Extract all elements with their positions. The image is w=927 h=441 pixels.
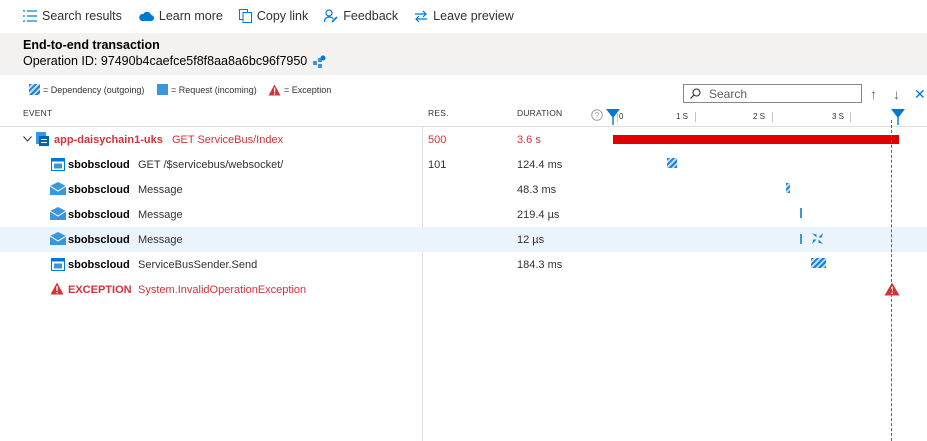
svg-text:?: ? <box>595 111 600 120</box>
toolbar: Search results Learn more Copy link Feed… <box>0 0 927 32</box>
operation-id: Operation ID: 97490b4caefce5f8f8aa8a6bc9… <box>23 54 308 68</box>
timeline-end-marker[interactable] <box>891 109 905 125</box>
legend-exception: = Exception <box>268 84 331 96</box>
list-icon <box>23 10 37 22</box>
close-icon[interactable]: ✕ <box>914 86 926 103</box>
leave-preview-button[interactable]: Leave preview <box>414 9 514 23</box>
duration-value: 184.3 ms <box>517 258 563 271</box>
table-row[interactable]: sbobscloud GET /$servicebus/websocket/ 1… <box>0 152 927 177</box>
column-res[interactable]: RES. <box>428 108 449 118</box>
duration-value: 12 µs <box>517 233 545 246</box>
legend-dependency-label: = Dependency (outgoing) <box>43 84 145 95</box>
legend-bar: = Dependency (outgoing) = Request (incom… <box>0 80 927 106</box>
tick-label-2s: 2 S <box>753 112 766 121</box>
envelope-icon <box>50 232 66 245</box>
event-detail: ServiceBusSender.Send <box>138 258 258 271</box>
duration-value: 48.3 ms <box>517 183 557 196</box>
request-bar[interactable] <box>613 135 899 144</box>
dependency-bar[interactable] <box>786 183 790 193</box>
tick-label-1s: 1 S <box>676 112 689 121</box>
arrow-up-icon[interactable]: ↑ <box>870 86 877 102</box>
tick-label-3s: 3 S <box>832 112 845 121</box>
warning-icon <box>50 282 64 295</box>
exception-time-line <box>891 120 892 441</box>
copy-link-button[interactable]: Copy link <box>238 9 309 23</box>
event-detail: Message <box>138 183 183 196</box>
duration-value: 124.4 ms <box>517 158 563 171</box>
dependency-icon <box>51 258 65 271</box>
feedback-button[interactable]: Feedback <box>324 9 398 23</box>
event-name: app-daisychain1-uks <box>54 133 163 146</box>
copy-icon <box>238 9 252 23</box>
search-results-button[interactable]: Search results <box>23 9 122 23</box>
leave-preview-label: Leave preview <box>433 9 514 23</box>
event-name: sbobscloud <box>68 258 130 271</box>
table-row[interactable]: EXCEPTION System.InvalidOperationExcepti… <box>0 277 927 302</box>
app-service-icon <box>36 132 49 146</box>
cloud-icon <box>139 11 154 21</box>
table-row[interactable]: app-daisychain1-uks GET ServiceBus/Index… <box>0 127 927 152</box>
duration-value: 3.6 s <box>517 133 541 146</box>
event-detail: Message <box>138 208 183 221</box>
event-detail: Message <box>138 233 183 246</box>
transaction-header: End-to-end transaction Operation ID: 974… <box>0 33 927 75</box>
operation-map-icon[interactable] <box>313 55 326 68</box>
table-row[interactable]: sbobscloud Message 219.4 µs <box>0 202 927 227</box>
feedback-label: Feedback <box>343 9 399 23</box>
envelope-icon <box>50 182 66 195</box>
tick-1s <box>695 112 696 122</box>
warning-icon <box>268 84 281 96</box>
tick-2s <box>772 112 773 122</box>
legend-dependency: = Dependency (outgoing) <box>29 84 144 95</box>
event-name: sbobscloud <box>68 208 130 221</box>
event-detail: System.InvalidOperationException <box>138 283 307 296</box>
feedback-icon <box>324 9 338 23</box>
table-row[interactable]: sbobscloud ServiceBusSender.Send 184.3 m… <box>0 252 927 277</box>
page-title: End-to-end transaction <box>23 38 160 52</box>
result-code: 500 <box>428 133 447 146</box>
chevron-down-icon[interactable] <box>23 134 32 145</box>
tick-0 <box>617 112 618 122</box>
search-box[interactable] <box>683 84 862 103</box>
tick-label-0: 0 <box>619 112 624 121</box>
dependency-bar[interactable] <box>800 234 802 244</box>
result-code: 101 <box>428 158 447 171</box>
dependency-bar[interactable] <box>667 158 677 168</box>
dependency-swatch <box>29 84 40 95</box>
dependency-bar[interactable] <box>800 208 802 218</box>
legend-request: = Request (incoming) <box>157 84 257 95</box>
copy-link-label: Copy link <box>256 9 309 23</box>
help-icon[interactable]: ? <box>591 109 603 121</box>
arrow-down-icon[interactable]: ↓ <box>893 86 900 102</box>
collapse-arrows-icon[interactable] <box>812 233 823 244</box>
table-row[interactable]: sbobscloud Message 48.3 ms <box>0 177 927 202</box>
envelope-icon <box>50 207 66 220</box>
event-name: sbobscloud <box>68 233 130 246</box>
search-results-label: Search results <box>42 9 122 23</box>
search-icon <box>690 88 701 99</box>
dependency-bar[interactable] <box>811 258 826 268</box>
event-detail: GET /$servicebus/websocket/ <box>138 158 284 171</box>
event-name: sbobscloud <box>68 183 130 196</box>
search-input[interactable] <box>709 86 849 101</box>
event-name: EXCEPTION <box>68 283 132 296</box>
table-row[interactable]: sbobscloud Message 12 µs <box>0 227 927 252</box>
legend-request-label: = Request (incoming) <box>171 84 257 95</box>
legend-exception-label: = Exception <box>284 85 332 95</box>
dependency-icon <box>51 158 65 171</box>
column-event[interactable]: EVENT <box>23 108 52 118</box>
event-name: sbobscloud <box>68 158 130 171</box>
column-duration[interactable]: DURATION <box>517 108 562 118</box>
event-detail: GET ServiceBus/Index <box>172 133 284 146</box>
tick-3s <box>850 112 851 122</box>
exception-marker-icon[interactable] <box>884 282 900 296</box>
swap-arrows-icon <box>415 10 428 22</box>
learn-more-label: Learn more <box>158 9 223 23</box>
duration-value: 219.4 µs <box>517 208 560 221</box>
learn-more-button[interactable]: Learn more <box>138 9 223 23</box>
request-swatch <box>157 84 168 95</box>
